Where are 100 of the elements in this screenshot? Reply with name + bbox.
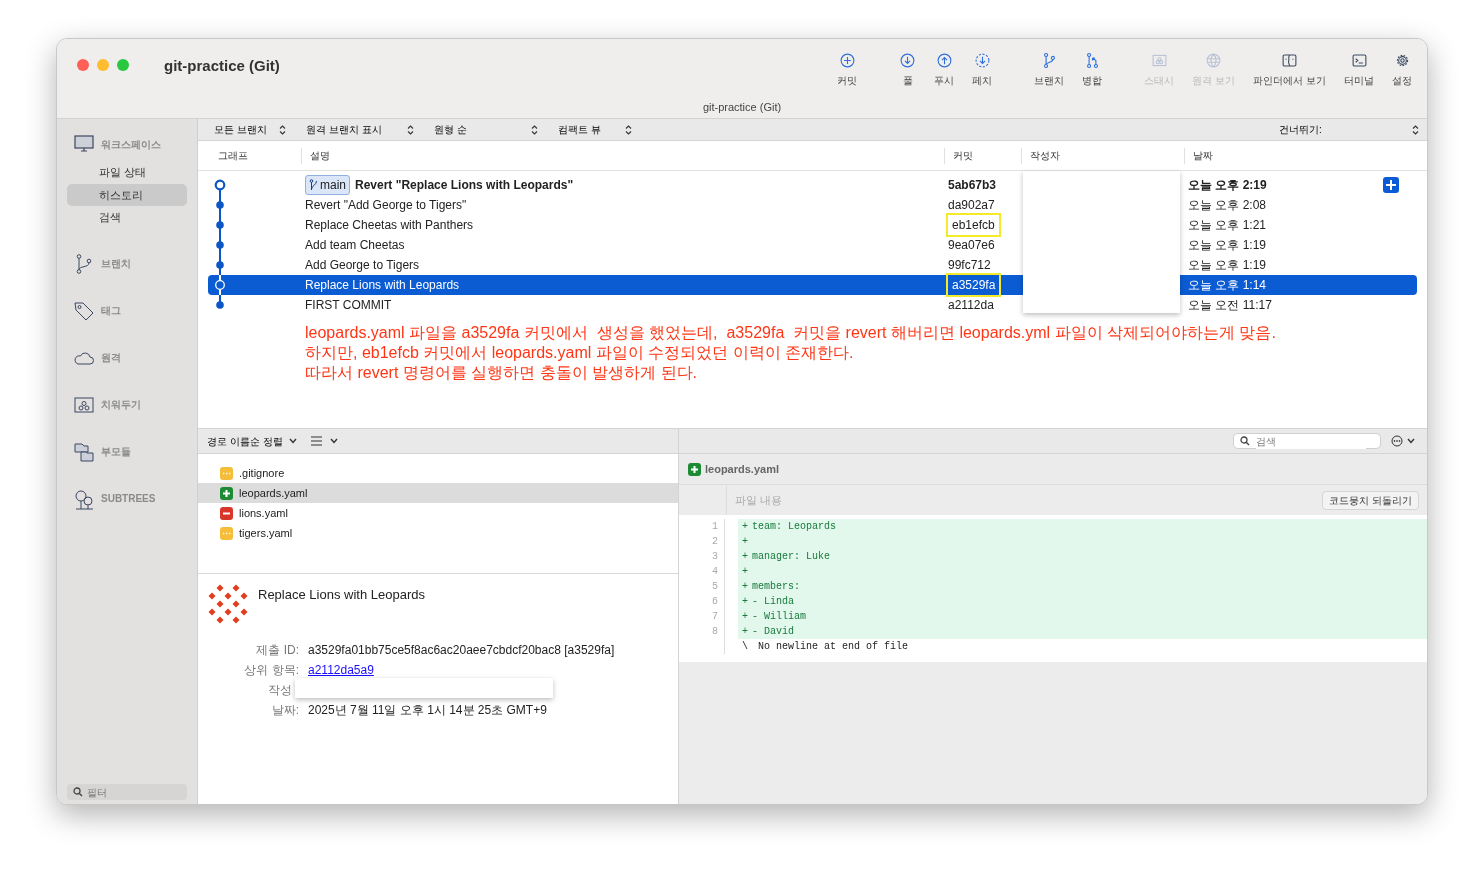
commit-hash: a3529fa [948, 275, 1000, 295]
column-header[interactable]: 커밋 [953, 149, 973, 161]
commit-message: Revert "Add George to Tigers" [305, 197, 467, 214]
sidebar-item[interactable]: 파일 상태 [67, 161, 187, 184]
toolbar-button[interactable]: 풀 [896, 52, 920, 88]
trees-icon [73, 487, 95, 510]
code-line: - David [752, 625, 794, 639]
toolbar-button[interactable]: 설정 [1389, 52, 1415, 88]
line-number: 2 [712, 536, 718, 547]
line-number: 7 [712, 611, 718, 622]
diff-marker: + [741, 550, 749, 564]
diff-marker: + [741, 565, 749, 579]
annotation-text: 따라서 revert 명령어를 실행하면 충돌이 발생하게 된다. [305, 363, 698, 383]
field-label: 날짜: [271, 703, 299, 717]
globe-icon [1205, 52, 1223, 69]
sidebar-item[interactable]: 검색 [67, 206, 187, 229]
commit-date: 오늘 오후 1:21 [1188, 218, 1267, 232]
stepper-icon [625, 124, 632, 135]
commit-row[interactable]: Add George to Tigers 99fc712 오늘 오후 1:19 [208, 255, 1417, 275]
add-button[interactable] [1383, 177, 1399, 193]
toolbar-button[interactable]: 푸시 [931, 52, 958, 88]
field-label: 작성 [268, 683, 292, 697]
close-button[interactable] [77, 59, 89, 71]
terminal-icon [1350, 52, 1368, 69]
file-row[interactable]: tigers.yaml [198, 523, 678, 543]
branch-icon [309, 179, 319, 191]
commit-title: Replace Lions with Leopards [258, 586, 425, 604]
line-number: 8 [712, 626, 718, 637]
field-label: 제출 ID: [256, 643, 299, 657]
toolbar-button[interactable]: 커밋 [834, 52, 861, 88]
jump-dropdown[interactable]: 건너뛰기: [1279, 122, 1425, 137]
more-options-button[interactable] [1391, 435, 1415, 447]
filter-input[interactable]: 필터 [87, 784, 187, 800]
file-row[interactable]: .gitignore [198, 463, 678, 483]
diff-marker: + [741, 520, 749, 534]
stash-icon [1150, 52, 1168, 69]
toolbar-button[interactable]: 파인더에서 보기 [1250, 52, 1329, 88]
commit-message: Replace Cheetas with Panthers [305, 217, 474, 234]
commit-row[interactable]: FIRST COMMIT a2112da 오늘 오전 11:17 [208, 295, 1417, 315]
parent-commit-link[interactable]: a2112da5a9 [308, 661, 374, 679]
revert-hunk-button[interactable]: 코드뭉치 되돌리기 [1322, 490, 1419, 510]
window-subtitle: git-practice (Git) [701, 100, 783, 115]
file-row[interactable]: lions.yaml [198, 503, 678, 523]
field-value: 2025년 7월 11일 오후 1시 14분 25초 GMT+9 [308, 702, 547, 719]
toolbar-button[interactable]: 브랜치 [1031, 52, 1068, 88]
folders-icon [73, 440, 95, 463]
commit-row[interactable]: Add team Cheetas 9ea07e6 오늘 오후 1:19 [208, 235, 1417, 255]
file-name: tigers.yaml [239, 525, 293, 541]
commit-date: 오늘 오전 11:17 [1188, 298, 1272, 312]
stepper-icon [407, 124, 414, 135]
filter-field[interactable]: 필터 [67, 784, 187, 800]
field-value: a3529fa01bb75ce5f8ac6ac20aee7cbdcf20bac8 [a3529fa] [308, 642, 615, 659]
filter-dropdown[interactable]: 원격 브랜치 표시 [306, 122, 420, 137]
commit-date: 오늘 오후 1:14 [1188, 278, 1267, 292]
commit-date: 오늘 오후 1:19 [1188, 238, 1267, 252]
line-number: 1 [712, 521, 718, 532]
view-mode-dropdown[interactable] [310, 436, 338, 446]
chevron-icon [1407, 438, 1415, 444]
avatar-icon [208, 584, 248, 624]
line-number: 4 [712, 566, 718, 577]
commit-message: Replace Lions with Leopards [305, 277, 460, 294]
toolbar-button[interactable]: 터미널 [1341, 52, 1377, 88]
fetch-icon [973, 52, 991, 69]
diff-marker: + [741, 580, 749, 594]
annotation-text: 하지만, eb1efcb 커밋에서 leopards.yaml 파일이 수정되었던 이력이 존재한다. [305, 343, 855, 363]
column-header[interactable]: 날짜 [1193, 149, 1213, 161]
toolbar-button[interactable]: 페치 [969, 52, 996, 88]
branch-tag[interactable]: main [305, 175, 350, 195]
filter-dropdown[interactable]: 모든 브랜치 [214, 122, 292, 137]
plus-icon [1386, 180, 1396, 190]
commit-row[interactable]: Replace Cheetas with Panthers eb1efcb 오늘 오후 1:21 [208, 215, 1417, 235]
sort-dropdown[interactable]: 경로 이름순 정렬 [207, 433, 297, 449]
diff-marker: + [741, 535, 749, 549]
chevron-icon [329, 438, 338, 444]
filter-dropdown[interactable]: 컴팩트 뷰 [558, 122, 638, 137]
push-icon [935, 52, 953, 69]
list-icon [310, 436, 322, 446]
code-line: manager: Luke [752, 550, 830, 564]
commit-date: 오늘 오후 2:19 [1188, 178, 1267, 192]
search-field[interactable]: 검색 [1233, 433, 1381, 449]
diff-marker: \ [741, 640, 749, 654]
commit-row[interactable]: Revert "Add George to Tigers" da902a7 오늘 오후 2:08 [208, 195, 1417, 215]
toolbar-button[interactable]: 병합 [1079, 52, 1106, 88]
diff-marker: + [741, 625, 749, 639]
file-row[interactable]: leopards.yaml [198, 483, 678, 503]
commit-date: 오늘 오후 2:08 [1188, 198, 1267, 212]
filter-dropdown[interactable]: 원형 순 [434, 122, 544, 137]
added-icon [688, 462, 701, 476]
diff-file-name: leopards.yaml [705, 461, 779, 477]
commit-hash: a2112da [948, 298, 994, 312]
file-name: .gitignore [239, 465, 285, 481]
stepper-icon [531, 124, 538, 135]
sidebar-item[interactable]: 히스토리 [67, 183, 187, 206]
diff-marker: + [741, 610, 749, 624]
column-header[interactable]: 작성자 [1030, 149, 1060, 161]
modified-icon [220, 466, 233, 480]
finder-icon [1281, 52, 1299, 69]
commit-hash: 9ea07e6 [948, 238, 995, 252]
column-header[interactable]: 그래프 [206, 149, 248, 161]
column-header[interactable]: 설명 [310, 149, 330, 161]
